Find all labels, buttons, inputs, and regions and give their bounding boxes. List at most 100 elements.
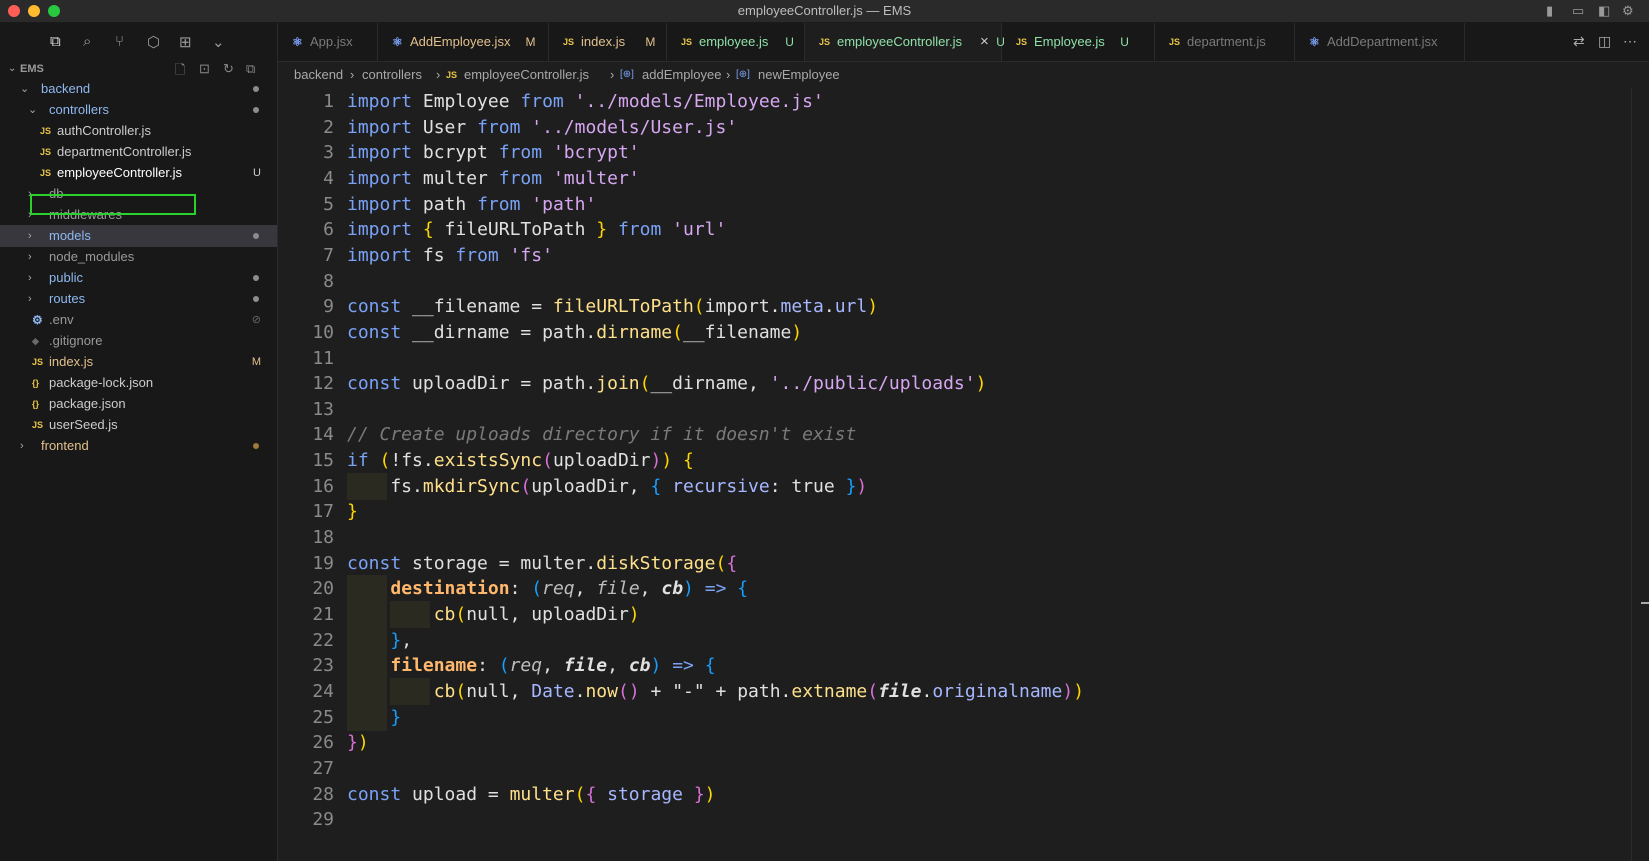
files-icon[interactable]: ⧉ — [50, 33, 61, 50]
tree-item[interactable]: ⌄ controllers — [0, 99, 277, 121]
editor-tab[interactable]: JS employeeController.js U × — [805, 23, 1005, 61]
breadcrumb-item[interactable]: controllers — [362, 62, 422, 88]
search-icon[interactable]: ⌕ — [83, 33, 91, 50]
line-number: 19 — [312, 552, 334, 574]
new-folder-icon[interactable]: ⊡ — [199, 61, 210, 77]
code-line[interactable]: 15 if (!fs.existsSync(uploadDir)) { — [278, 447, 1631, 474]
code-line[interactable]: 7 import fs from 'fs' — [278, 242, 1631, 269]
source-control-icon[interactable]: ⑂ — [115, 33, 124, 50]
tree-item[interactable]: ◆ .gitignore — [0, 330, 277, 352]
code-line[interactable]: 26}) — [278, 729, 1631, 756]
tree-item-label: controllers — [49, 102, 109, 117]
toggle-sidebar-icon[interactable]: ▮ — [1546, 3, 1553, 19]
explorer-title[interactable]: EMS — [20, 63, 44, 75]
code-line[interactable]: 2 import User from '../models/User.js' — [278, 114, 1631, 141]
code-line[interactable]: 4 import multer from 'multer' — [278, 165, 1631, 192]
refresh-icon[interactable]: ↻ — [223, 61, 234, 77]
editor-tab[interactable]: ⚛ AddDepartment.jsx — [1295, 23, 1465, 61]
code-editor[interactable]: 1 import Employee from '../models/Employe… — [278, 88, 1631, 861]
code-line[interactable]: 16 fs.mkdirSync(uploadDir, { recursive: … — [278, 472, 1631, 500]
tree-item[interactable]: › frontend — [0, 435, 277, 457]
tree-item[interactable]: › public — [0, 267, 277, 289]
code-line[interactable]: 8 — [278, 268, 1631, 295]
extensions-icon[interactable]: ⬡ — [147, 33, 160, 51]
breadcrumb-item[interactable]: addEmployee — [642, 62, 722, 88]
code-line[interactable]: 29 — [278, 806, 1631, 833]
code-line[interactable]: 23 filename: (req, file, cb) => { — [278, 652, 1631, 680]
compare-icon[interactable]: ⇄ — [1573, 33, 1585, 50]
editor-tab[interactable]: JS department.js — [1155, 23, 1295, 61]
tree-item[interactable]: {} package-lock.json — [0, 372, 277, 394]
line-number: 29 — [312, 809, 334, 831]
tree-item[interactable]: JS departmentController.js — [0, 141, 277, 163]
code-line[interactable]: 19 const storage = multer.diskStorage({ — [278, 550, 1631, 577]
code-line[interactable]: 13 — [278, 396, 1631, 423]
editor-tab[interactable]: ⚛ App.jsx — [278, 23, 378, 61]
code-line[interactable]: 9 const __filename = fileURLToPath(import… — [278, 293, 1631, 320]
code-line[interactable]: 5 import path from 'path' — [278, 191, 1631, 218]
breadcrumb-item[interactable]: employeeController.js — [464, 62, 589, 88]
tree-item[interactable]: {} package.json — [0, 393, 277, 415]
code-line[interactable]: 28 const upload = multer({ storage }) — [278, 781, 1631, 808]
collapse-all-icon[interactable]: ⧉ — [246, 61, 255, 77]
js-file-icon: JS — [1016, 37, 1028, 47]
tree-item-label: userSeed.js — [49, 417, 118, 432]
tree-item[interactable]: › node_modules — [0, 246, 277, 268]
git-status-badge: U — [1120, 35, 1129, 49]
toggle-secondary-sidebar-icon[interactable]: ◧ — [1598, 3, 1610, 19]
code-line[interactable]: 3 import bcrypt from 'bcrypt' — [278, 139, 1631, 166]
editor-tab[interactable]: ⚛ AddEmployee.jsx M — [378, 23, 549, 61]
tree-item-label: employeeController.js — [57, 165, 183, 180]
breadcrumb-item[interactable]: backend — [294, 62, 343, 88]
split-editor-icon[interactable]: ◫ — [1598, 33, 1611, 50]
code-line[interactable]: 21 cb(null, uploadDir) — [278, 601, 1631, 628]
line-number: 18 — [312, 527, 334, 549]
remote-explorer-icon[interactable]: ⊞ — [179, 33, 192, 51]
tree-item[interactable]: ⚙ .env ⊘ — [0, 309, 277, 331]
toggle-panel-icon[interactable]: ▭ — [1572, 3, 1584, 19]
tree-item[interactable]: JS index.js M — [0, 351, 277, 373]
code-line[interactable]: 27 — [278, 755, 1631, 782]
editor-tab[interactable]: JS employee.js U — [667, 23, 805, 61]
tree-item[interactable]: › models — [0, 225, 277, 247]
code-line[interactable]: 11 — [278, 345, 1631, 372]
tree-item[interactable]: JS userSeed.js — [0, 414, 277, 436]
chevron-right-icon: › — [28, 251, 32, 263]
code-text: const __dirname = path.dirname(__filenam… — [347, 321, 803, 343]
tab-label: Employee.js — [1034, 34, 1105, 49]
code-line[interactable]: 12 const uploadDir = path.join(__dirname,… — [278, 370, 1631, 397]
tree-item[interactable]: ⌄ backend — [0, 78, 277, 100]
chevron-down-icon[interactable]: ⌄ — [8, 63, 16, 74]
code-line[interactable]: 25 } — [278, 703, 1631, 731]
code-line[interactable]: 24 cb(null, Date.now() + "-" + path.extn… — [278, 677, 1631, 705]
close-icon[interactable]: × — [980, 23, 989, 61]
code-text: } — [390, 706, 402, 728]
code-line[interactable]: 6 import { fileURLToPath } from 'url' — [278, 216, 1631, 243]
chevron-down-icon[interactable]: ⌄ — [212, 33, 225, 51]
line-number: 28 — [312, 783, 334, 805]
more-icon[interactable]: ⋯ — [1623, 33, 1637, 50]
ignored-icon: ⊘ — [251, 314, 261, 326]
editor-tab[interactable]: JS index.js M — [549, 23, 667, 61]
code-line[interactable]: 18 — [278, 524, 1631, 551]
chevron-right-icon: › — [28, 230, 32, 242]
line-number: 15 — [312, 450, 334, 472]
editor-tab[interactable]: JS Employee.js U — [1002, 23, 1155, 61]
customize-layout-icon[interactable]: ⚙ — [1622, 3, 1634, 19]
code-text: filename: (req, file, cb) => { — [390, 655, 716, 677]
code-line[interactable]: 1 import Employee from '../models/Employe… — [278, 88, 1631, 115]
editor-scrollbar[interactable] — [1631, 88, 1649, 861]
git-status-badge: U — [253, 167, 261, 179]
line-number: 22 — [312, 629, 334, 651]
code-line[interactable]: 22 }, — [278, 626, 1631, 654]
chevron-right-icon: › — [436, 67, 441, 82]
scrollbar-marker — [1641, 602, 1649, 604]
tree-item[interactable]: JS employeeController.js U — [0, 162, 277, 184]
code-line[interactable]: 10 const __dirname = path.dirname(__filen… — [278, 319, 1631, 346]
code-line[interactable]: 17} — [278, 498, 1631, 525]
code-line[interactable]: 14 // Create uploads directory if it does… — [278, 421, 1631, 448]
tree-item[interactable]: › routes — [0, 288, 277, 310]
tree-item[interactable]: JS authController.js — [0, 120, 277, 142]
code-line[interactable]: 20 destination: (req, file, cb) => { — [278, 575, 1631, 603]
breadcrumb-item[interactable]: newEmployee — [758, 62, 840, 88]
